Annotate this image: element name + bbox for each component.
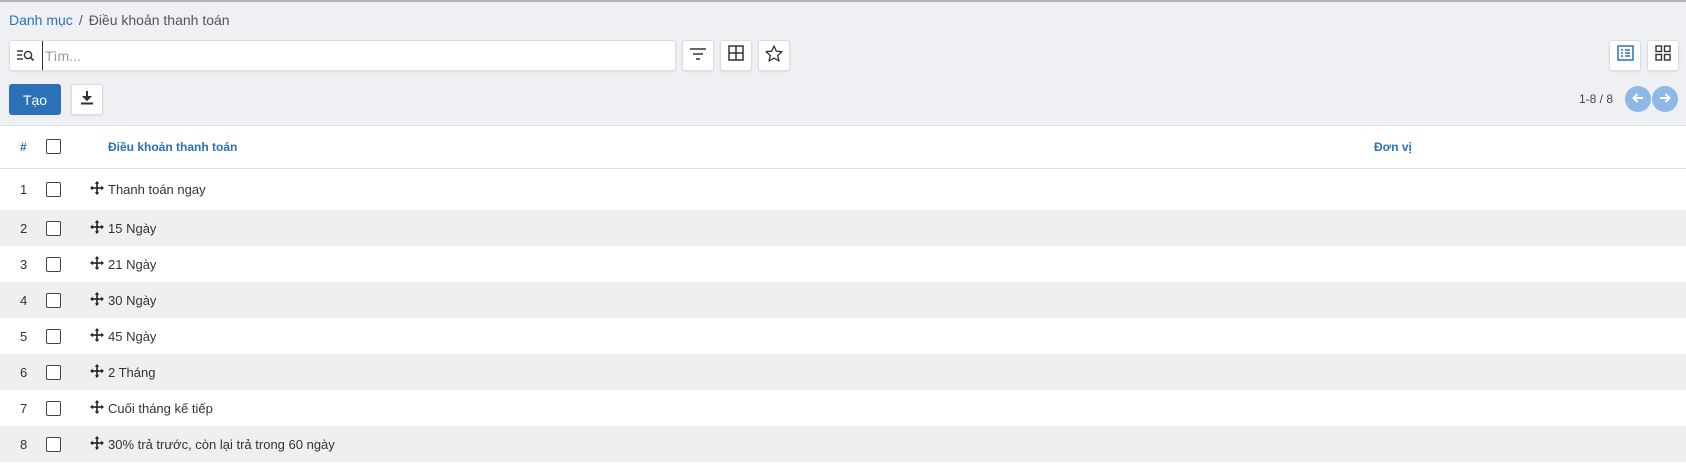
group-by-button[interactable] <box>720 40 752 71</box>
row-unit <box>1374 246 1686 282</box>
row-checkbox[interactable] <box>46 182 61 198</box>
pager-previous-button[interactable] <box>1625 86 1651 112</box>
search-box <box>9 40 676 71</box>
drag-handle-icon[interactable] <box>90 435 104 450</box>
table-row[interactable]: 5 45 Ngày <box>0 318 1686 354</box>
row-checkbox[interactable] <box>46 221 61 237</box>
arrow-right-icon <box>1659 90 1671 108</box>
row-payment-term: 30% trả trước, còn lại trả trong 60 ngày <box>108 426 1374 462</box>
drag-handle-icon[interactable] <box>90 219 104 234</box>
table-row[interactable]: 7 Cuối tháng kế tiếp <box>0 390 1686 426</box>
row-number: 1 <box>0 168 46 210</box>
kanban-view-icon <box>1655 45 1671 66</box>
kanban-view-button[interactable] <box>1647 40 1679 71</box>
row-unit <box>1374 318 1686 354</box>
favorites-button[interactable] <box>758 40 790 71</box>
pager-value[interactable]: 1-8 / 8 <box>1579 92 1613 106</box>
row-unit <box>1374 168 1686 210</box>
pager-next-button[interactable] <box>1652 86 1678 112</box>
table-header-row: # Điều khoản thanh toán Đơn vị <box>0 126 1686 169</box>
column-header-payment-term[interactable]: Điều khoản thanh toán <box>108 126 1374 169</box>
payment-terms-table: # Điều khoản thanh toán Đơn vị 1 Thanh t… <box>0 126 1686 462</box>
table-row[interactable]: 3 21 Ngày <box>0 246 1686 282</box>
drag-handle-icon[interactable] <box>90 255 104 270</box>
row-checkbox[interactable] <box>46 257 61 273</box>
row-checkbox[interactable] <box>46 437 61 453</box>
drag-handle-icon[interactable] <box>90 327 104 342</box>
row-number: 7 <box>0 390 46 426</box>
row-unit <box>1374 426 1686 462</box>
row-payment-term: 30 Ngày <box>108 282 1374 318</box>
search-options-icon[interactable] <box>10 40 42 71</box>
row-number: 6 <box>0 354 46 390</box>
row-number: 8 <box>0 426 46 462</box>
row-unit <box>1374 282 1686 318</box>
drag-handle-icon[interactable] <box>90 291 104 306</box>
row-number: 4 <box>0 282 46 318</box>
column-header-unit[interactable]: Đơn vị <box>1374 126 1686 169</box>
search-input[interactable] <box>42 41 675 70</box>
create-button[interactable]: Tạo <box>9 84 61 115</box>
row-number: 2 <box>0 210 46 246</box>
row-unit <box>1374 210 1686 246</box>
row-payment-term: Cuối tháng kế tiếp <box>108 390 1374 426</box>
row-checkbox[interactable] <box>46 293 61 309</box>
table-row[interactable]: 8 30% trả trước, còn lại trả trong 60 ng… <box>0 426 1686 462</box>
favorite-star-icon <box>765 44 783 67</box>
breadcrumb: Danh mục / Điều khoản thanh toán <box>9 12 230 28</box>
table-row[interactable]: 2 15 Ngày <box>0 210 1686 246</box>
filter-icon <box>690 47 706 65</box>
row-payment-term: 21 Ngày <box>108 246 1374 282</box>
row-number: 3 <box>0 246 46 282</box>
row-payment-term: 45 Ngày <box>108 318 1374 354</box>
arrow-left-icon <box>1632 90 1644 108</box>
breadcrumb-separator: / <box>78 12 83 28</box>
row-checkbox[interactable] <box>46 401 61 417</box>
row-unit <box>1374 354 1686 390</box>
row-checkbox[interactable] <box>46 329 61 345</box>
drag-handle-icon[interactable] <box>90 399 104 414</box>
breadcrumb-parent-link[interactable]: Danh mục <box>9 12 73 28</box>
list-view-icon <box>1616 45 1634 66</box>
group-by-icon <box>728 45 744 66</box>
row-checkbox[interactable] <box>46 365 61 381</box>
control-panel: Danh mục / Điều khoản thanh toán Tìm... … <box>0 2 1686 126</box>
page-title: Điều khoản thanh toán <box>88 12 230 28</box>
row-payment-term: 15 Ngày <box>108 210 1374 246</box>
select-all-checkbox[interactable] <box>46 139 61 155</box>
export-button[interactable] <box>71 84 103 115</box>
download-icon <box>80 90 94 110</box>
row-payment-term: Thanh toán ngay <box>108 168 1374 210</box>
drag-handle-icon[interactable] <box>90 363 104 378</box>
table-row[interactable]: 6 2 Tháng <box>0 354 1686 390</box>
table-row[interactable]: 1 Thanh toán ngay <box>0 168 1686 210</box>
list-view-button[interactable] <box>1609 40 1641 71</box>
row-unit <box>1374 390 1686 426</box>
column-header-number: # <box>0 126 46 169</box>
row-payment-term: 2 Tháng <box>108 354 1374 390</box>
row-number: 5 <box>0 318 46 354</box>
drag-handle-icon[interactable] <box>90 180 104 195</box>
column-header-select-all <box>46 126 90 169</box>
filter-button[interactable] <box>682 40 714 71</box>
table-row[interactable]: 4 30 Ngày <box>0 282 1686 318</box>
